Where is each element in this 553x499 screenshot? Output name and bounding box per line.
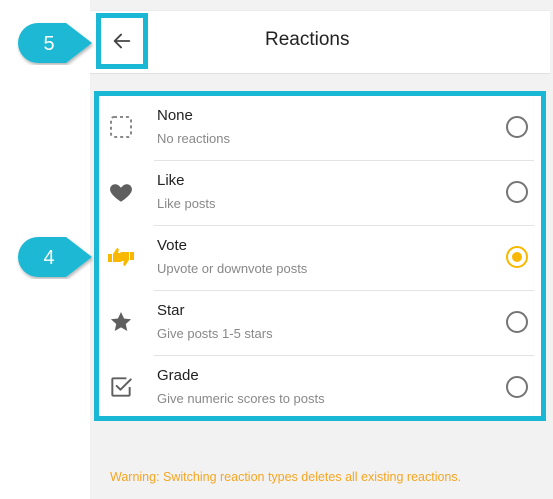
option-label: Grade bbox=[157, 367, 199, 384]
option-description: Like posts bbox=[157, 196, 216, 211]
dashed-square-icon bbox=[106, 112, 136, 142]
option-grade[interactable]: Grade Give numeric scores to posts bbox=[100, 355, 544, 420]
back-button[interactable] bbox=[100, 16, 144, 66]
star-icon bbox=[106, 307, 136, 337]
heart-icon bbox=[106, 177, 136, 207]
checkbox-check-icon bbox=[106, 372, 136, 402]
callout-number: 4 bbox=[43, 247, 55, 269]
option-label: Vote bbox=[157, 237, 188, 254]
option-none[interactable]: None No reactions bbox=[100, 95, 544, 160]
arrow-left-icon bbox=[113, 33, 131, 49]
radio-star[interactable] bbox=[506, 311, 528, 333]
option-description: Upvote or downvote posts bbox=[157, 261, 308, 276]
radio-vote[interactable] bbox=[506, 246, 528, 268]
callout-4: 4 bbox=[16, 235, 94, 279]
page-title: Reactions bbox=[265, 29, 350, 50]
option-label: Star bbox=[157, 302, 185, 319]
callout-number: 5 bbox=[43, 33, 55, 55]
option-star[interactable]: Star Give posts 1-5 stars bbox=[100, 290, 544, 355]
callout-5: 5 bbox=[16, 21, 94, 65]
radio-grade[interactable] bbox=[506, 376, 528, 398]
reaction-options-list: None No reactions Like Like posts Vote U… bbox=[100, 95, 544, 418]
option-label: None bbox=[157, 107, 193, 124]
option-label: Like bbox=[157, 172, 185, 189]
option-vote[interactable]: Vote Upvote or downvote posts bbox=[100, 225, 544, 290]
radio-like[interactable] bbox=[506, 181, 528, 203]
thumbs-up-down-icon bbox=[106, 242, 136, 272]
option-description: Give posts 1-5 stars bbox=[157, 326, 273, 341]
radio-none[interactable] bbox=[506, 116, 528, 138]
option-description: Give numeric scores to posts bbox=[157, 391, 325, 406]
warning-text: Warning: Switching reaction types delete… bbox=[110, 470, 462, 484]
option-description: No reactions bbox=[157, 131, 230, 146]
option-like[interactable]: Like Like posts bbox=[100, 160, 544, 225]
